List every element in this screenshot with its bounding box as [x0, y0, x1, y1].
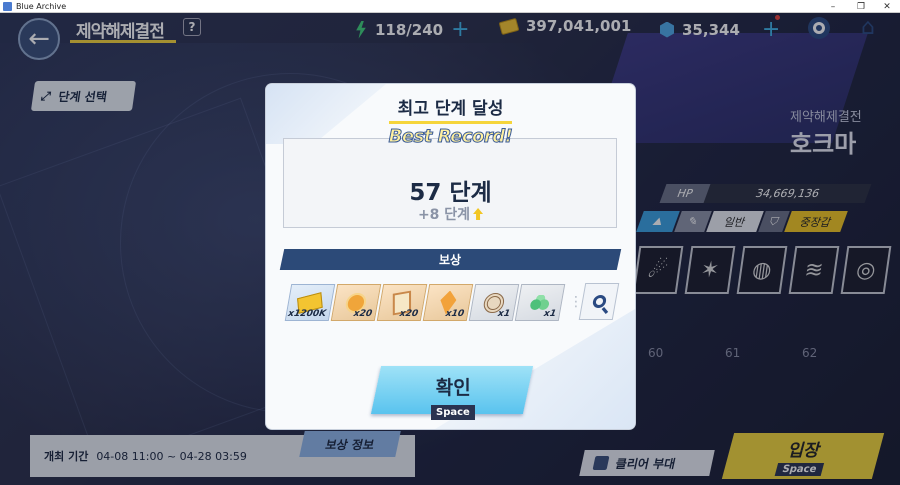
arrow-up-icon: [473, 208, 484, 220]
game-screen: ← 제약해제결전 ? 118/240 + 397,041,001 35,344 …: [0, 13, 900, 485]
stage-delta-text: +8 단계: [417, 207, 471, 223]
reward-count: x20: [352, 309, 373, 319]
reward-item[interactable]: x10: [422, 284, 474, 321]
magnifier-icon: [591, 295, 607, 308]
reward-count: x20: [398, 309, 419, 319]
reward-header-label: 보상: [439, 253, 462, 267]
dialog-title: 최고 단계 달성: [397, 99, 504, 119]
dialog-title-underline: [389, 121, 512, 124]
close-button[interactable]: ✕: [874, 0, 900, 13]
reward-count: x1: [543, 309, 557, 319]
minimize-button[interactable]: –: [820, 0, 846, 13]
stage-value: 57 단계: [409, 180, 492, 206]
reward-count: x1200K: [287, 309, 327, 319]
stage-delta: +8 단계: [266, 204, 635, 224]
reward-item[interactable]: x1: [468, 284, 520, 321]
window-titlebar: Blue Archive – ❐ ✕: [0, 0, 900, 13]
reward-item[interactable]: x20: [376, 284, 428, 321]
best-record-label: Best Record!: [388, 126, 513, 148]
window-title: Blue Archive: [16, 1, 67, 11]
reward-list: x1200K x20 x20 x10 x1 x1: [284, 284, 566, 321]
confirm-label: 확인: [435, 376, 471, 399]
reward-detail-button[interactable]: [578, 283, 620, 320]
reward-count: x10: [444, 309, 465, 319]
reward-item[interactable]: x20: [330, 284, 382, 321]
best-record-dialog: 최고 단계 달성 Best Record! 57 단계 +8 단계 보상 x12…: [266, 84, 635, 429]
app-icon: [3, 1, 12, 11]
reward-item[interactable]: x1: [514, 284, 566, 321]
confirm-key-hint: Space: [431, 405, 475, 420]
reward-count: x1: [497, 309, 511, 319]
reward-item[interactable]: x1200K: [284, 284, 336, 321]
maximize-button[interactable]: ❐: [848, 0, 874, 13]
reward-header: 보상: [279, 249, 622, 270]
